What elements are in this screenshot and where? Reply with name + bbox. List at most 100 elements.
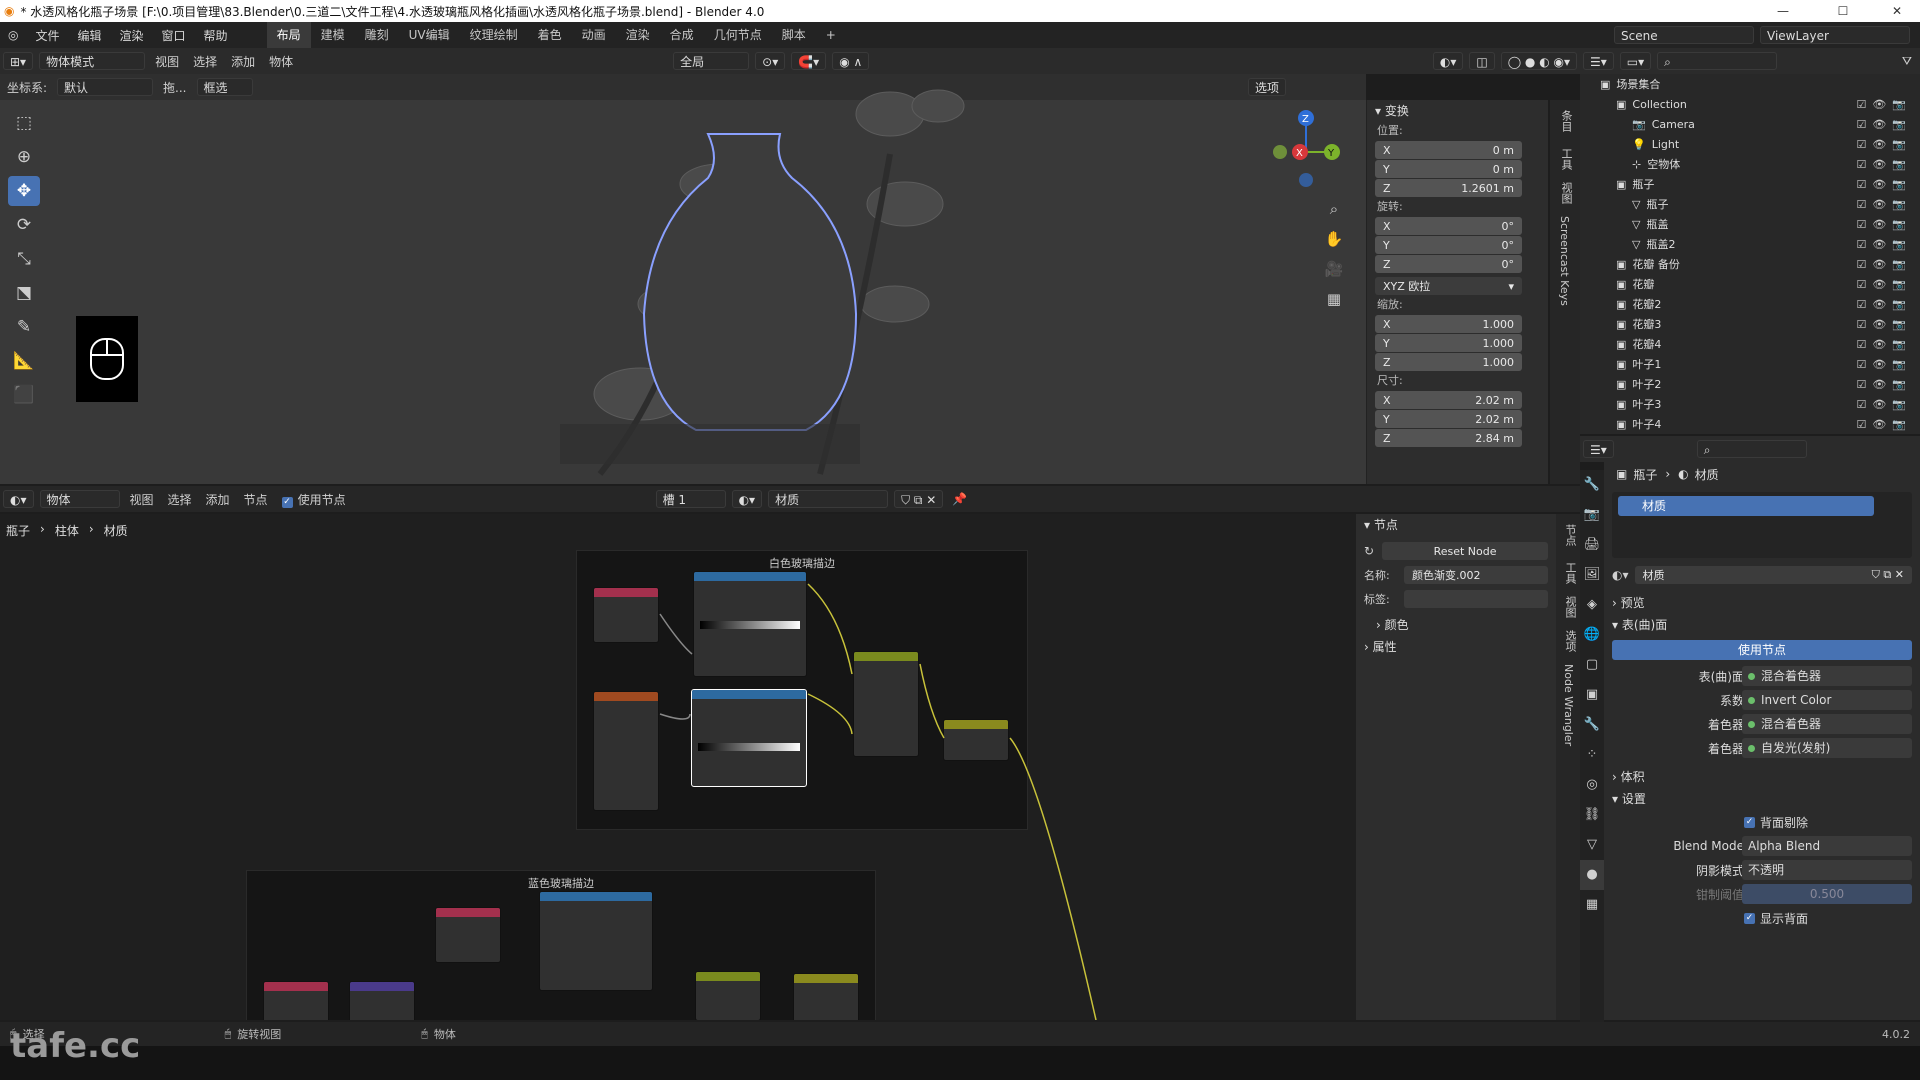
surface-input-slot[interactable]: 混合着色器 <box>1742 666 1912 686</box>
rotation-mode-dropdown[interactable]: XYZ 欧拉 ▾ <box>1375 277 1522 295</box>
node-menu-add[interactable]: 添加 <box>199 491 237 508</box>
maximize-button[interactable]: ☐ <box>1820 0 1866 22</box>
visibility-icons[interactable]: ☑👁📷 <box>1856 118 1912 131</box>
visibility-icons[interactable]: ☑👁📷 <box>1856 138 1912 151</box>
rotate-tool-icon[interactable]: ⟳ <box>8 210 40 240</box>
grid-view-icon[interactable]: ▦ <box>1322 284 1346 314</box>
material-browse-button[interactable]: ◐▾ <box>731 490 763 508</box>
rotation-x-field[interactable]: X 0° <box>1375 217 1522 235</box>
outliner-row[interactable]: ▣ 瓶子 ☑👁📷 <box>1580 174 1920 194</box>
texture-tab-icon[interactable]: ▦ <box>1580 890 1604 920</box>
location-x-field[interactable]: X 0 m <box>1375 141 1522 159</box>
drag-label[interactable]: 拖... <box>156 79 193 96</box>
node-box[interactable] <box>693 571 807 677</box>
node-menu-node[interactable]: 节点 <box>237 491 275 508</box>
node-section-header[interactable]: ▾ 节点 <box>1356 514 1556 536</box>
color-subpanel[interactable]: › 颜色 <box>1356 614 1556 636</box>
proportional-edit-button[interactable]: ◉ ∧ <box>832 52 870 70</box>
tab-sculpting[interactable]: 雕刻 <box>355 22 399 48</box>
blender-menu-icon[interactable]: ◎ <box>0 28 26 42</box>
material-name-input[interactable]: 材质 ⛉ ⧉ ✕ <box>1634 566 1912 584</box>
shadow-mode-dropdown[interactable]: 不透明 <box>1742 860 1912 880</box>
tab-texture-paint[interactable]: 纹理绘制 <box>460 22 528 48</box>
menu-edit[interactable]: 编辑 <box>69 27 111 44</box>
properties-editor-type[interactable]: ☰▾ <box>1583 440 1614 458</box>
outliner-row[interactable]: ▣ 花瓣2 ☑👁📷 <box>1580 294 1920 314</box>
vase-outline[interactable] <box>642 133 858 431</box>
outliner-row[interactable]: ▽ 瓶盖 ☑👁📷 <box>1580 214 1920 234</box>
node-box[interactable] <box>593 691 659 811</box>
visibility-icons[interactable]: ☑👁📷 <box>1856 318 1912 331</box>
shading-modes[interactable]: ◯ ● ◐ ◉▾ <box>1500 52 1577 70</box>
constraints-tab-icon[interactable]: ⛓ <box>1580 800 1604 830</box>
physics-tab-icon[interactable]: ◎ <box>1580 770 1604 800</box>
pivot-button[interactable]: ⊙▾ <box>755 52 786 70</box>
location-z-field[interactable]: Z 1.2601 m <box>1375 179 1522 197</box>
scene-selector[interactable]: Scene <box>1614 26 1754 44</box>
material-browse-icon[interactable]: ◐▾ <box>1612 568 1629 582</box>
scene-tab-icon[interactable]: ◈ <box>1580 590 1604 620</box>
node-box[interactable] <box>593 587 659 643</box>
outliner-root[interactable]: ▣ 场景集合 <box>1580 74 1920 94</box>
slot-dropdown[interactable]: 槽 1 <box>655 490 726 508</box>
visibility-icons[interactable]: ☑👁📷 <box>1856 98 1912 111</box>
rotation-y-field[interactable]: Y 0° <box>1375 236 1522 254</box>
use-nodes-button[interactable]: 使用节点 <box>1612 640 1912 660</box>
menu-help[interactable]: 帮助 <box>195 27 237 44</box>
scale-z-field[interactable]: Z 1.000 <box>1375 353 1522 371</box>
scale-tool-icon[interactable]: ⤡ <box>8 244 40 274</box>
outliner-row[interactable]: ▣ 叶子2 ☑👁📷 <box>1580 374 1920 394</box>
node-box[interactable] <box>793 973 859 1020</box>
tab-animation[interactable]: 动画 <box>572 22 616 48</box>
editor-type-button[interactable]: ⊞▾ <box>3 52 34 70</box>
preview-panel[interactable]: › 预览 <box>1604 592 1920 614</box>
location-y-field[interactable]: Y 0 m <box>1375 160 1522 178</box>
visibility-icons[interactable]: ☑👁📷 <box>1856 378 1912 391</box>
node-box[interactable] <box>263 981 329 1020</box>
material-name-field[interactable]: 材质 <box>768 490 889 508</box>
node-editor[interactable]: 瓶子 › 柱体 › 材质 白色玻璃描边 蓝色玻璃描边 <box>0 514 1356 1020</box>
side-tab-screencast[interactable]: Screencast Keys <box>1550 210 1579 312</box>
menu-file[interactable]: 文件 <box>26 27 68 44</box>
blend-mode-dropdown[interactable]: Alpha Blend <box>1742 836 1912 856</box>
surface-input-slot[interactable]: 混合着色器 <box>1742 714 1912 734</box>
overlay-button[interactable]: ◐▾ <box>1432 52 1464 70</box>
use-nodes-checkbox[interactable]: ✓ 使用节点 <box>275 491 353 508</box>
scale-y-field[interactable]: Y 1.000 <box>1375 334 1522 352</box>
visibility-icons[interactable]: ☑👁📷 <box>1856 258 1912 271</box>
visibility-icons[interactable]: ☑👁📷 <box>1856 218 1912 231</box>
select-tool-icon[interactable]: ⬚ <box>8 108 40 138</box>
move-tool-icon[interactable]: ✥ <box>8 176 40 206</box>
node-tab-node-wrangler[interactable]: Node Wrangler <box>1556 658 1581 752</box>
particles-tab-icon[interactable]: ⁘ <box>1580 740 1604 770</box>
pan-icon[interactable]: ✋ <box>1322 224 1346 254</box>
tab-compositing[interactable]: 合成 <box>660 22 704 48</box>
visibility-icons[interactable]: ☑👁📷 <box>1856 178 1912 191</box>
modifier-tab-icon[interactable]: 🔧 <box>1580 710 1604 740</box>
side-tab-view[interactable]: 视图 <box>1550 176 1582 210</box>
material-tab-icon[interactable]: ● <box>1580 860 1604 890</box>
coord-dropdown[interactable]: 默认 <box>57 78 154 96</box>
tab-uv-editing[interactable]: UV编辑 <box>399 22 460 48</box>
node-menu-select[interactable]: 选择 <box>161 491 199 508</box>
node-label-field[interactable] <box>1404 590 1548 608</box>
measure-tool-icon[interactable]: 📐 <box>8 346 40 376</box>
material-slot-item[interactable]: 材质 <box>1618 496 1874 516</box>
camera-view-icon[interactable]: 🎥 <box>1322 254 1346 284</box>
menu-render[interactable]: 渲染 <box>111 27 153 44</box>
side-tab-tool[interactable]: 工具 <box>1550 142 1582 176</box>
node-menu-view[interactable]: 视图 <box>123 491 161 508</box>
menu-select[interactable]: 选择 <box>186 53 224 70</box>
visibility-icons[interactable]: ☑👁📷 <box>1856 418 1912 431</box>
visibility-icons[interactable]: ☑👁📷 <box>1856 238 1912 251</box>
menu-add[interactable]: 添加 <box>224 53 262 70</box>
tab-layout[interactable]: 布局 <box>266 22 311 48</box>
options-dropdown[interactable]: 选项 <box>1247 78 1286 96</box>
minimize-button[interactable]: — <box>1760 0 1806 22</box>
outliner-row[interactable]: ▣ 花瓣 备份 ☑👁📷 <box>1580 254 1920 274</box>
outliner-row[interactable]: ▣ Collection ☑👁📷 <box>1580 94 1920 114</box>
visibility-icons[interactable]: ☑👁📷 <box>1856 338 1912 351</box>
visibility-icons[interactable]: ☑👁📷 <box>1856 158 1912 171</box>
node-box[interactable] <box>943 719 1009 761</box>
node-object-dropdown[interactable]: 物体 <box>39 490 120 508</box>
